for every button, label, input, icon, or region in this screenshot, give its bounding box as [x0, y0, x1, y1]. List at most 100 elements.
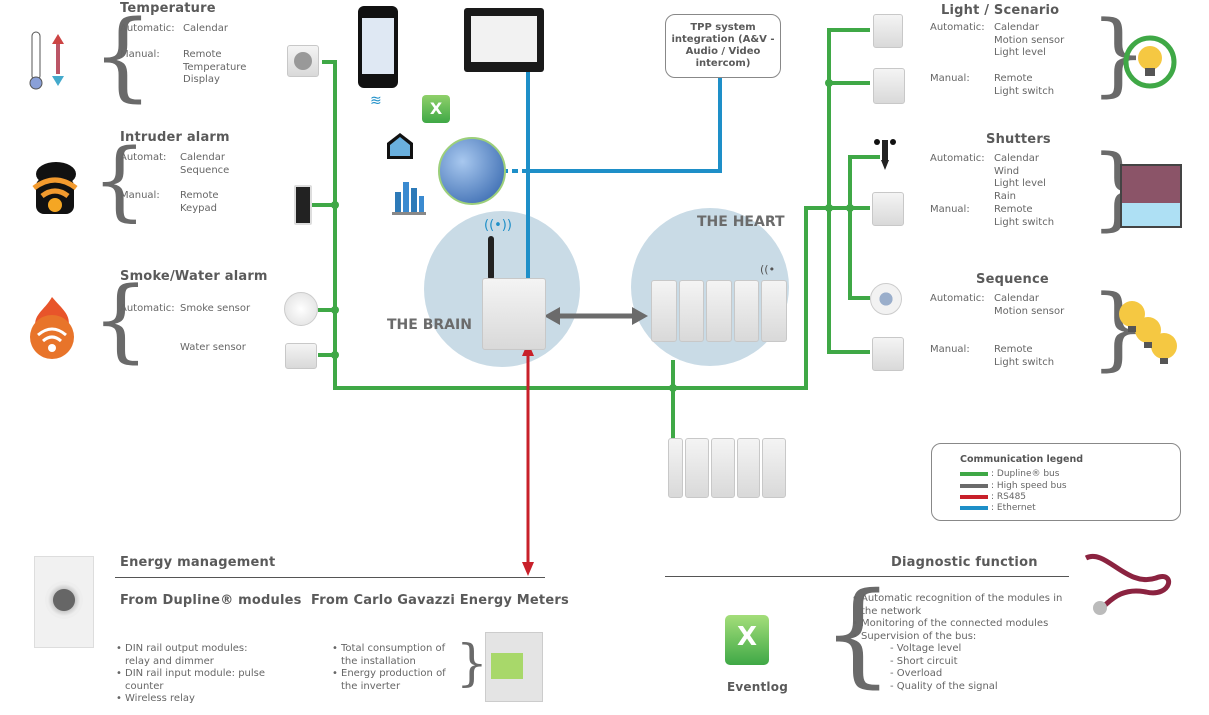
intruder-icon — [28, 158, 82, 220]
value-line: Light level — [994, 47, 1046, 58]
value: Remote Keypad — [180, 190, 219, 215]
list-item: Supervision of the bus: — [852, 631, 1074, 644]
value-line: Light switch — [994, 85, 1055, 97]
sub-item: - Quality of the signal — [890, 680, 998, 692]
brace-meters: } — [456, 634, 488, 692]
value-line: Remote — [994, 73, 1033, 84]
value-line: Remote — [994, 204, 1033, 215]
value-line: Wind — [994, 165, 1020, 177]
diagnostic-list: Automatic recognition of the modules in … — [852, 593, 1074, 693]
keypad-device — [294, 185, 312, 225]
legend-title: Communication legend — [960, 454, 1084, 465]
list-item: Total consumption of the installation — [332, 643, 458, 668]
label-manual: Manual: — [120, 49, 160, 60]
value-line: Light switch — [994, 356, 1055, 368]
value-line: Sequence — [180, 164, 230, 176]
legend-label: : Dupline® bus — [991, 468, 1060, 479]
excel-icon: X — [422, 95, 450, 123]
fire-alarm-icon — [28, 295, 76, 361]
value-line: Remote — [180, 190, 219, 201]
heart-label: THE HEART — [697, 214, 785, 230]
value-line: Motion sensor — [994, 305, 1065, 317]
energy-meter-device — [485, 632, 543, 702]
wireless-switch-device — [873, 68, 905, 104]
value-line: Remote — [183, 49, 222, 60]
junction — [846, 204, 854, 212]
highspeed-link — [544, 307, 648, 325]
eventlog-icon: X — [725, 615, 769, 665]
legend-label: : High speed bus — [991, 480, 1067, 491]
label-manual: Manual: — [930, 204, 970, 215]
brain-controller — [482, 278, 546, 350]
window-shutter-icon — [1120, 164, 1182, 228]
value: Calendar Motion sensor — [994, 293, 1064, 318]
value: Calendar Motion sensor Light level — [994, 22, 1064, 60]
label-automatic: Automatic: — [930, 153, 985, 164]
dupline-wire-seq — [848, 155, 880, 300]
value-line: Remote — [994, 344, 1033, 355]
value-line: Calendar — [180, 152, 225, 163]
legend-label: : RS485 — [991, 491, 1027, 502]
eventlog-label: Eventlog — [727, 680, 788, 694]
legend-label: : Ethernet — [991, 502, 1036, 513]
value: Calendar Sequence — [180, 152, 229, 177]
globe-icon — [438, 137, 506, 205]
value-line: Calendar — [994, 22, 1039, 33]
antenna — [488, 236, 494, 280]
washing-machine-icon — [34, 556, 94, 648]
legend-item-dupline: : Dupline® bus — [960, 468, 1059, 479]
label-automatic: Automat: — [120, 152, 167, 163]
smartphone-icon — [358, 6, 398, 88]
touch-panel-icon — [464, 8, 544, 72]
section-title-temperature: Temperature — [120, 1, 216, 16]
value: Remote Temperature Display — [183, 49, 246, 87]
sub-item: - Overload — [890, 668, 943, 679]
tpp-integration-box: TPP system integration (A&V - Audio / Vi… — [665, 14, 781, 78]
meters-list: Total consumption of the installation En… — [332, 643, 458, 693]
rs485-link — [522, 342, 534, 576]
junction — [331, 201, 339, 209]
communication-legend: Communication legend : Dupline® bus : Hi… — [931, 443, 1181, 521]
label-manual: Manual: — [930, 73, 970, 84]
section-title-intruder: Intruder alarm — [120, 130, 230, 145]
brace-intruder: { — [92, 131, 147, 231]
value: Water sensor — [180, 342, 246, 353]
list-item: Energy production of the inverter — [332, 668, 458, 693]
brain-label: THE BRAIN — [387, 317, 472, 333]
label-manual: Manual: — [120, 190, 160, 201]
meters-heading: From Carlo Gavazzi Energy Meters — [311, 593, 569, 608]
thermometer-icon — [28, 30, 70, 92]
value-line: Temperature — [183, 61, 247, 73]
value-line: Keypad — [180, 202, 217, 214]
sequence-switch-device — [872, 337, 904, 371]
label-automatic: Automatic: — [930, 293, 985, 304]
value-line: Calendar — [994, 153, 1039, 164]
value-line: Display — [183, 74, 220, 85]
section-title-light: Light / Scenario — [941, 3, 1060, 18]
value: Remote Light switch — [994, 344, 1054, 369]
junction — [825, 204, 833, 212]
list-item: Monitoring of the connected modules — [852, 618, 1074, 631]
chart-icon — [392, 178, 426, 216]
junction — [331, 351, 339, 359]
section-title-smoke-water: Smoke/Water alarm — [120, 269, 268, 284]
din-rail-modules — [668, 438, 786, 498]
value-line: Calendar — [994, 293, 1039, 304]
email-icon — [385, 131, 415, 161]
list-item: DIN rail output modules: relay and dimme… — [116, 643, 266, 668]
ethernet-wire-tpp — [528, 78, 722, 173]
list-item: DIN rail input module: pulse counter — [116, 668, 266, 693]
shutter-switch-device — [872, 192, 904, 226]
value-line: Motion sensor — [994, 34, 1065, 46]
ceiling-motion-sensor — [870, 283, 902, 315]
section-title-sequence: Sequence — [976, 272, 1049, 287]
list-item: Automatic recognition of the modules in … — [852, 593, 1074, 618]
junction — [825, 79, 833, 87]
temperature-display-device — [287, 45, 319, 77]
label-automatic: Automatic: — [930, 22, 985, 33]
legend-item-ethernet: : Ethernet — [960, 502, 1036, 513]
junction — [331, 306, 339, 314]
light-bulb-cycle-icon — [1122, 34, 1178, 90]
legend-item-highspeed: : High speed bus — [960, 480, 1067, 491]
label-automatic: Automatic: — [120, 23, 175, 34]
